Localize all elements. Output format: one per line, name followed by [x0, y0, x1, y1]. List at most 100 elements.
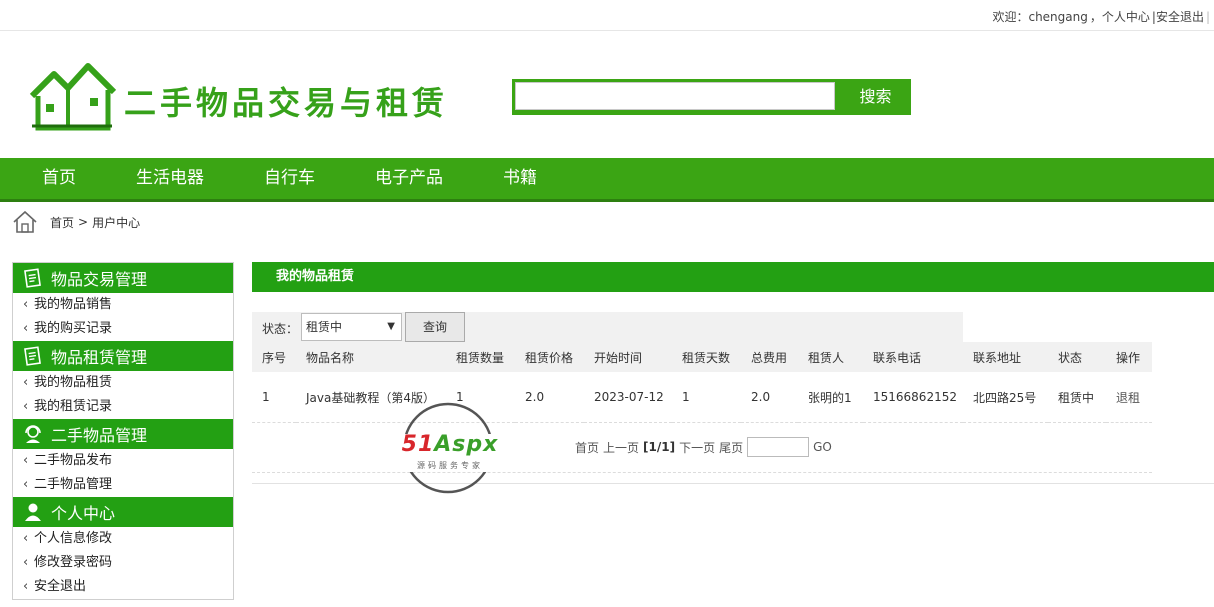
breadcrumb: 首页 > 用户中心 — [12, 208, 140, 236]
cell-status: 租赁中 — [1048, 372, 1106, 423]
nav-item-books[interactable]: 书籍 — [503, 158, 537, 199]
sidebar-item-my-rentals[interactable]: ‹ 我的物品租赁 — [13, 371, 233, 395]
chevron-left-icon: ‹ — [23, 531, 29, 546]
page-number-input[interactable] — [747, 437, 810, 457]
cell-renter: 张明的1 — [798, 372, 863, 423]
rental-table: 序号 物品名称 租赁数量 租赁价格 开始时间 租赁天数 总费用 租赁人 联系电话… — [252, 342, 1152, 423]
pager-last[interactable]: 尾页 — [719, 439, 743, 456]
pagination: 首页 上一页 [1/1] 下一页 尾页 GO — [575, 436, 836, 458]
table-row: 1 Java基础教程（第4版） 1 2.0 2023-07-12 1 2.0 张… — [252, 372, 1152, 423]
sidebar-item-publish-item[interactable]: ‹ 二手物品发布 — [13, 449, 233, 473]
col-header: 操作 — [1106, 342, 1152, 372]
col-header: 租赁天数 — [672, 342, 741, 372]
sidebar-item-change-password[interactable]: ‹ 修改登录密码 — [13, 551, 233, 575]
nav-item-bicycles[interactable]: 自行车 — [264, 158, 315, 199]
col-header: 租赁数量 — [446, 342, 515, 372]
search-bar: 搜索 — [512, 79, 911, 115]
welcome-separator: ， — [1089, 10, 1102, 24]
chevron-left-icon: ‹ — [23, 321, 29, 336]
sidebar-item-logout[interactable]: ‹ 安全退出 — [13, 575, 233, 599]
user-links: 欢迎：chengang ，个人中心 |安全退出 | — [990, 8, 1210, 25]
sidebar-section-title: 物品交易管理 — [51, 270, 148, 289]
breadcrumb-current: 用户中心 — [92, 215, 141, 230]
user-center-link[interactable]: 个人中心 — [1102, 10, 1150, 24]
sidebar-item-label: 修改登录密码 — [34, 555, 113, 570]
col-header: 租赁人 — [798, 342, 863, 372]
welcome-text: 欢迎：chengang — [992, 10, 1088, 24]
search-input[interactable] — [515, 82, 835, 110]
sidebar-section-title: 二手物品管理 — [51, 426, 148, 445]
pager-divider — [252, 472, 1152, 473]
sidebar-section-rental: 物品租赁管理 — [13, 341, 233, 371]
filter-bar: 状态： 租赁中 ▼ 查询 — [252, 312, 963, 342]
sidebar-item-label: 安全退出 — [34, 579, 87, 594]
breadcrumb-home[interactable]: 首页 — [50, 214, 74, 231]
sidebar-item-label: 我的物品销售 — [34, 297, 113, 312]
pager-first[interactable]: 首页 — [575, 439, 599, 456]
col-header: 状态 — [1048, 342, 1106, 372]
sidebar-item-manage-items[interactable]: ‹ 二手物品管理 — [13, 473, 233, 497]
sidebar-item-label: 个人信息修改 — [34, 531, 113, 546]
sidebar-section-personal: 个人中心 — [13, 497, 233, 527]
col-header: 开始时间 — [584, 342, 672, 372]
col-header: 物品名称 — [296, 342, 446, 372]
cell-total: 2.0 — [741, 372, 798, 423]
document-icon — [24, 346, 41, 366]
sidebar-item-edit-profile[interactable]: ‹ 个人信息修改 — [13, 527, 233, 551]
cell-days: 1 — [672, 372, 741, 423]
pager-go-button[interactable]: GO — [813, 440, 832, 454]
sidebar-item-label: 我的租赁记录 — [34, 399, 113, 414]
cell-price: 2.0 — [515, 372, 584, 423]
support-agent-icon — [25, 425, 41, 443]
sidebar-item-my-sales[interactable]: ‹ 我的物品销售 — [13, 293, 233, 317]
dropdown-arrow-icon: ▼ — [387, 321, 395, 332]
sidebar-section-title: 物品租赁管理 — [51, 348, 148, 367]
sidebar-item-my-purchases[interactable]: ‹ 我的购买记录 — [13, 317, 233, 341]
sidebar-item-label: 我的物品租赁 — [34, 375, 113, 390]
col-header: 联系地址 — [963, 342, 1048, 372]
chevron-left-icon: ‹ — [23, 453, 29, 468]
sidebar-item-label: 二手物品发布 — [34, 453, 113, 468]
chevron-left-icon: ‹ — [23, 555, 29, 570]
cell-address: 北四路25号 — [963, 372, 1048, 423]
pager-prev[interactable]: 上一页 — [603, 439, 639, 456]
user-icon — [25, 503, 41, 521]
col-header: 租赁价格 — [515, 342, 584, 372]
sidebar-section-trade: 物品交易管理 — [13, 263, 233, 293]
sidebar-section-title: 个人中心 — [51, 504, 116, 523]
main-nav: 首页 生活电器 自行车 电子产品 书籍 — [0, 158, 1214, 202]
pager-next[interactable]: 下一页 — [679, 439, 715, 456]
document-icon — [24, 268, 41, 288]
cell-phone: 15166862152 — [863, 372, 963, 423]
watermark-brand: 51Aspx — [401, 432, 499, 457]
nav-item-appliances[interactable]: 生活电器 — [136, 158, 204, 199]
breadcrumb-separator: > — [78, 215, 89, 229]
logout-link[interactable]: 安全退出 — [1156, 10, 1204, 24]
watermark-logo: 51Aspx 源码服务专家 — [388, 402, 512, 494]
sidebar-section-secondhand: 二手物品管理 — [13, 419, 233, 449]
col-header: 序号 — [252, 342, 296, 372]
nav-item-home[interactable]: 首页 — [42, 158, 76, 199]
table-header-row: 序号 物品名称 租赁数量 租赁价格 开始时间 租赁天数 总费用 租赁人 联系电话… — [252, 342, 1152, 372]
sidebar-item-rental-records[interactable]: ‹ 我的租赁记录 — [13, 395, 233, 419]
query-button[interactable]: 查询 — [405, 312, 465, 342]
top-bar: 欢迎：chengang ，个人中心 |安全退出 | — [0, 0, 1214, 31]
status-select-value: 租赁中 — [306, 320, 343, 334]
status-select[interactable]: 租赁中 ▼ — [301, 313, 402, 341]
col-header: 联系电话 — [863, 342, 963, 372]
pager-current: [1/1] — [643, 440, 676, 454]
house-logo-icon — [29, 63, 117, 131]
watermark-tagline: 源码服务专家 — [417, 461, 483, 470]
home-icon — [13, 210, 37, 233]
nav-item-electronics[interactable]: 电子产品 — [375, 158, 443, 199]
status-filter-label: 状态： — [262, 322, 299, 336]
return-rental-link[interactable]: 退租 — [1106, 372, 1152, 423]
sidebar-item-label: 我的购买记录 — [34, 321, 113, 336]
chevron-left-icon: ‹ — [23, 399, 29, 414]
site-logo[interactable]: 二手物品交易与租赁 — [28, 60, 468, 132]
trailing-divider: | — [1205, 10, 1210, 24]
col-header: 总费用 — [741, 342, 798, 372]
sidebar-item-label: 二手物品管理 — [34, 477, 113, 492]
search-button[interactable]: 搜索 — [840, 79, 911, 115]
site-title: 二手物品交易与租赁 — [124, 84, 449, 122]
